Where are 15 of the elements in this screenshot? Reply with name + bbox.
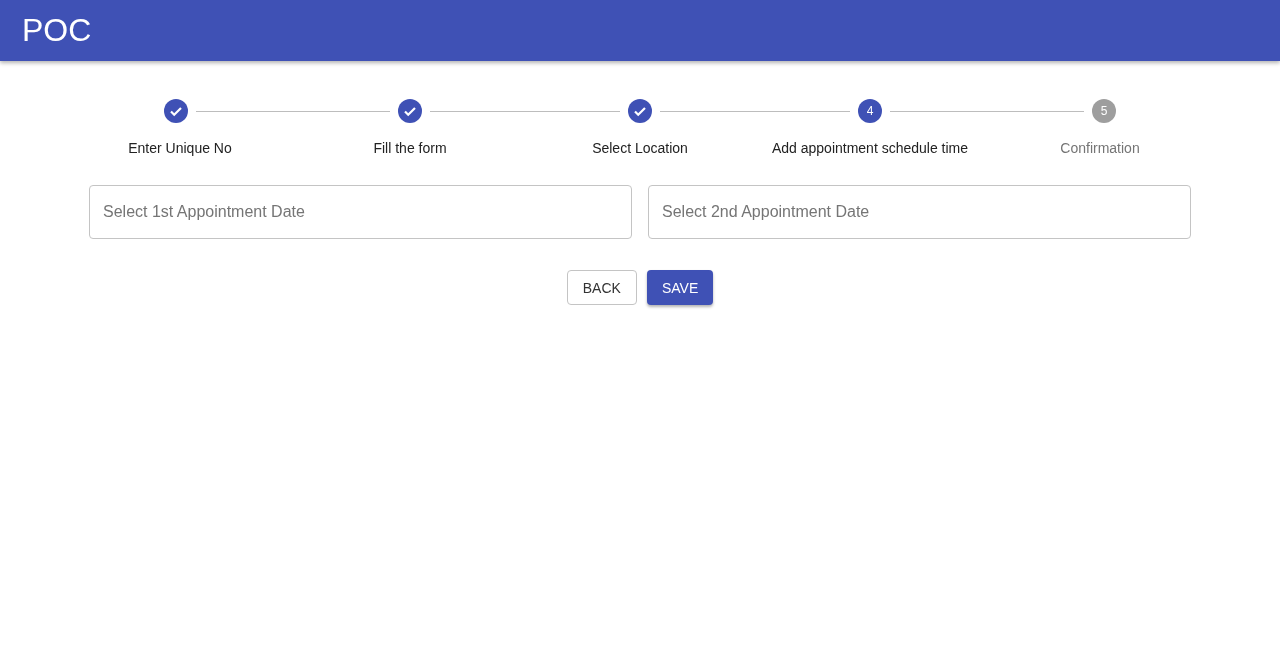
step-label: Confirmation [1060, 140, 1140, 156]
step-label: Enter Unique No [128, 140, 232, 156]
save-button[interactable]: SAVE [646, 270, 714, 305]
date-field[interactable]: Select 1st Appointment Date [89, 185, 632, 239]
step-number: 5 [1092, 99, 1116, 123]
check-circle-icon [398, 99, 422, 123]
step-label: Fill the form [373, 140, 447, 156]
step-label: Add appointment schedule time [771, 140, 969, 156]
app-title: POC [22, 12, 92, 49]
step-number: 4 [858, 99, 882, 123]
step-label: Select Location [592, 140, 688, 156]
back-button[interactable]: BACK [566, 270, 637, 305]
check-circle-icon [164, 99, 188, 123]
check-circle-icon [628, 99, 652, 123]
date-field[interactable]: Select 2nd Appointment Date [648, 185, 1191, 239]
